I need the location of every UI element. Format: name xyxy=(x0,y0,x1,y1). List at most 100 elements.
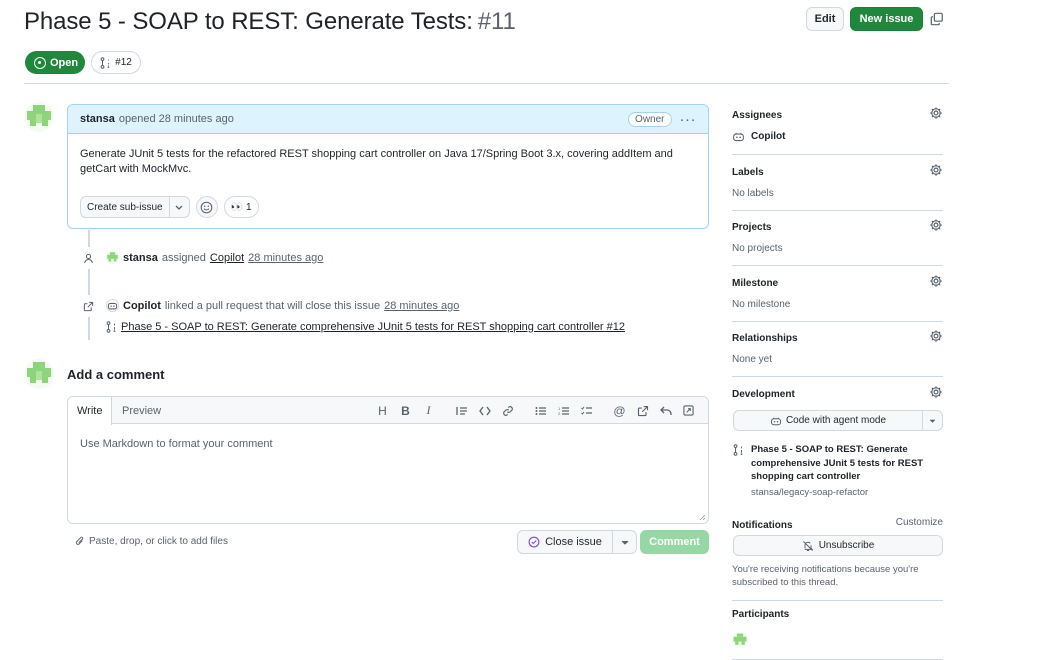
sidebar-divider xyxy=(732,321,943,322)
kebab-menu-icon[interactable]: ··· xyxy=(680,111,697,128)
linked-pr-link[interactable]: Phase 5 - SOAP to REST: Generate compreh… xyxy=(121,321,625,333)
comment-button[interactable]: Comment xyxy=(640,530,709,554)
avatar[interactable] xyxy=(24,102,54,132)
unsubscribe-button[interactable]: Unsubscribe xyxy=(733,535,943,556)
sidebar-divider xyxy=(732,210,943,211)
customize-link[interactable]: Customize xyxy=(896,517,943,528)
quote-icon[interactable] xyxy=(450,403,473,418)
person-icon xyxy=(77,247,99,269)
avatar[interactable] xyxy=(106,251,119,264)
page-title: Phase 5 - SOAP to REST: Generate Tests: #… xyxy=(24,8,516,36)
task-list-icon[interactable] xyxy=(575,403,598,418)
create-sub-issue-label[interactable]: Create sub-issue xyxy=(81,197,169,217)
milestone-heading: Milestone xyxy=(732,278,779,289)
sidebar-projects: Projects No projects xyxy=(732,219,943,254)
gear-icon[interactable] xyxy=(929,274,943,288)
chevron-down-icon[interactable] xyxy=(922,411,942,430)
paperclip-icon xyxy=(75,536,84,545)
add-comment-heading: Add a comment xyxy=(67,367,165,382)
link-icon[interactable] xyxy=(496,403,519,418)
attach-files[interactable]: Paste, drop, or click to add files xyxy=(75,536,228,547)
assignee-name[interactable]: Copilot xyxy=(751,131,785,142)
labels-heading: Labels xyxy=(732,167,764,178)
fullscreen-icon[interactable] xyxy=(677,403,700,418)
code-icon[interactable] xyxy=(473,403,496,418)
status-label: Open xyxy=(50,56,79,69)
sidebar-divider xyxy=(732,376,943,377)
bell-slash-icon xyxy=(802,540,814,551)
timeline-time[interactable]: 28 minutes ago xyxy=(384,300,459,312)
close-issue-main[interactable]: Close issue xyxy=(518,531,612,553)
development-linked-pr[interactable]: Phase 5 - SOAP to REST: Generate compreh… xyxy=(733,443,943,498)
code-with-agent-label: Code with agent mode xyxy=(785,415,887,426)
copilot-icon xyxy=(770,417,781,425)
avatar[interactable] xyxy=(24,359,54,389)
bold-icon[interactable]: B xyxy=(394,403,417,418)
participants-heading: Participants xyxy=(732,609,790,620)
add-reaction-icon[interactable] xyxy=(195,196,218,218)
relationships-value: None yet xyxy=(732,354,773,365)
sidebar-milestone: Milestone No milestone xyxy=(732,275,943,310)
header-divider xyxy=(24,83,949,84)
unordered-list-icon[interactable] xyxy=(529,403,552,418)
pull-request-icon xyxy=(733,444,743,456)
eyes-emoji: 👀 xyxy=(230,201,244,213)
ordered-list-icon[interactable]: 12 xyxy=(552,403,575,418)
close-issue-label: Close issue xyxy=(545,536,602,548)
edit-button[interactable]: Edit xyxy=(806,7,844,31)
labels-value: No labels xyxy=(732,188,774,199)
copy-link-icon[interactable] xyxy=(930,12,944,26)
issue-description-comment: stansa opened 28 minutes ago Owner ··· G… xyxy=(67,104,709,229)
assignees-heading: Assignees xyxy=(732,110,783,121)
mention-icon[interactable]: @ xyxy=(608,403,631,418)
cross-reference-icon[interactable] xyxy=(631,403,654,418)
milestone-value: No milestone xyxy=(732,299,791,310)
chevron-down-icon[interactable] xyxy=(168,197,189,217)
comment-body: Generate JUnit 5 tests for the refactore… xyxy=(80,148,673,175)
chevron-down-icon[interactable] xyxy=(612,531,636,553)
code-with-agent-main[interactable]: Code with agent mode xyxy=(734,411,922,430)
timeline-action: assigned xyxy=(161,251,206,264)
gear-icon[interactable] xyxy=(929,218,943,232)
sidebar-relationships: Relationships None yet xyxy=(732,330,943,365)
timeline-actor[interactable]: Copilot xyxy=(123,300,161,312)
gear-icon[interactable] xyxy=(929,163,943,177)
copilot-icon xyxy=(106,299,119,312)
unsubscribe-label: Unsubscribe xyxy=(818,540,875,551)
gear-icon[interactable] xyxy=(929,106,943,120)
development-pr-title[interactable]: Phase 5 - SOAP to REST: Generate compreh… xyxy=(733,443,943,484)
resize-handle-icon[interactable] xyxy=(699,514,706,521)
italic-icon[interactable]: I xyxy=(417,403,440,418)
heading-icon[interactable]: H xyxy=(371,403,394,418)
pull-request-icon xyxy=(106,321,116,333)
reply-icon[interactable] xyxy=(654,403,677,418)
comment-textarea[interactable]: Use Markdown to format your comment xyxy=(68,424,708,464)
issue-title: Phase 5 - SOAP to REST: Generate Tests: xyxy=(24,8,473,35)
close-issue-button[interactable]: Close issue xyxy=(517,530,637,554)
linked-pr-row: Phase 5 - SOAP to REST: Generate compreh… xyxy=(106,321,625,333)
timeline-event-assigned: stansa assigned Copilot 28 minutes ago xyxy=(106,251,323,264)
timeline-time[interactable]: 28 minutes ago xyxy=(248,252,323,264)
participant-avatar[interactable] xyxy=(732,632,748,648)
timeline-actor[interactable]: stansa xyxy=(123,252,158,264)
sidebar-divider xyxy=(732,265,943,266)
issue-number: #11 xyxy=(477,8,516,35)
tab-preview[interactable]: Preview xyxy=(113,397,170,424)
linked-pr-badge[interactable]: #12 xyxy=(91,51,141,74)
reaction-eyes[interactable]: 👀 1 xyxy=(223,196,259,218)
gear-icon[interactable] xyxy=(929,385,943,399)
comment-author[interactable]: stansa xyxy=(80,113,115,125)
gear-icon[interactable] xyxy=(929,329,943,343)
create-sub-issue-button[interactable]: Create sub-issue xyxy=(80,196,190,218)
comment-meta[interactable]: opened 28 minutes ago xyxy=(119,113,234,125)
development-pr-repo[interactable]: stansa/legacy-soap-refactor xyxy=(733,487,943,498)
attach-hint: Paste, drop, or click to add files xyxy=(89,536,228,547)
notification-reason: You're receiving notifications because y… xyxy=(732,564,919,588)
tab-write[interactable]: Write xyxy=(68,397,113,425)
code-with-agent-button[interactable]: Code with agent mode xyxy=(733,410,943,431)
new-issue-button[interactable]: New issue xyxy=(850,7,923,31)
assignee-link[interactable]: Copilot xyxy=(210,252,244,264)
relationships-heading: Relationships xyxy=(732,333,798,344)
sidebar-assignees: Assignees Copilot xyxy=(732,107,943,143)
sidebar-participants: Participants xyxy=(732,609,943,620)
